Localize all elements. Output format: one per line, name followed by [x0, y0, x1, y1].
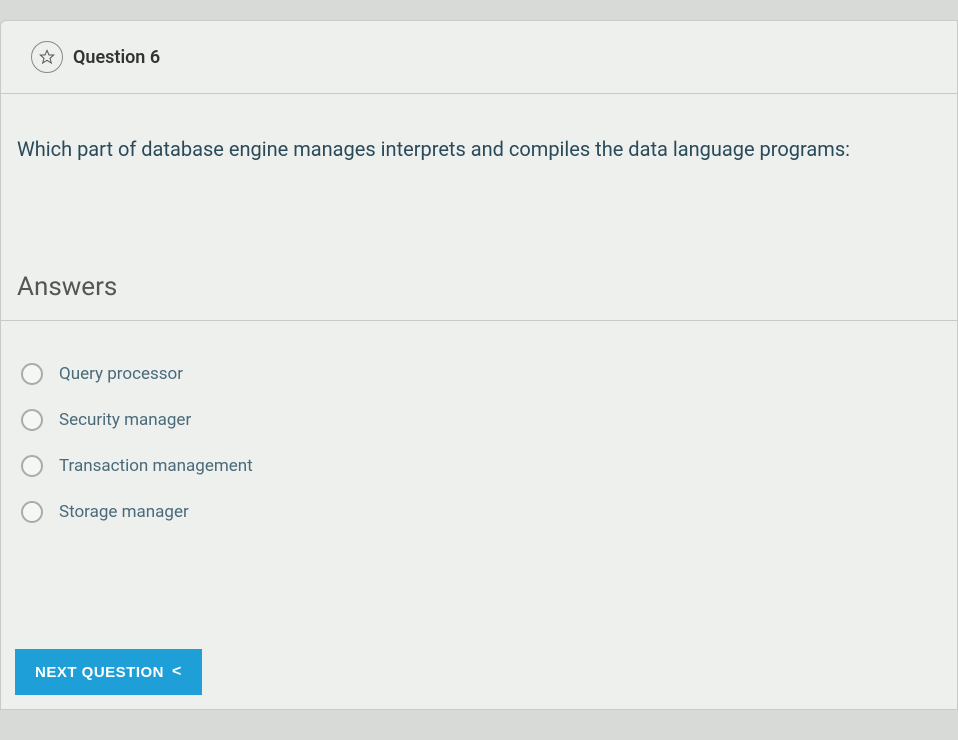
next-button-label: NEXT QUESTION: [35, 664, 164, 681]
answer-text: Transaction management: [59, 456, 253, 476]
chevron-left-icon: <: [172, 663, 182, 681]
quiz-card: Question 6 Which part of database engine…: [0, 20, 958, 710]
answer-option-3[interactable]: Storage manager: [21, 489, 937, 535]
radio-icon: [21, 501, 43, 523]
answer-option-2[interactable]: Transaction management: [21, 443, 937, 489]
answer-text: Query processor: [59, 364, 183, 384]
question-header: Question 6: [1, 21, 957, 94]
answers-heading: Answers: [1, 254, 957, 321]
question-label: Question 6: [73, 47, 160, 68]
next-question-button[interactable]: NEXT QUESTION <: [15, 649, 202, 695]
radio-icon: [21, 455, 43, 477]
star-button[interactable]: [31, 41, 63, 73]
answer-text: Security manager: [59, 410, 191, 430]
star-icon: [39, 49, 55, 65]
answer-option-1[interactable]: Security manager: [21, 397, 937, 443]
answer-text: Storage manager: [59, 502, 189, 522]
answer-option-0[interactable]: Query processor: [21, 351, 937, 397]
answers-list: Query processor Security manager Transac…: [1, 321, 957, 555]
radio-icon: [21, 409, 43, 431]
radio-icon: [21, 363, 43, 385]
question-text: Which part of database engine manages in…: [1, 94, 957, 254]
